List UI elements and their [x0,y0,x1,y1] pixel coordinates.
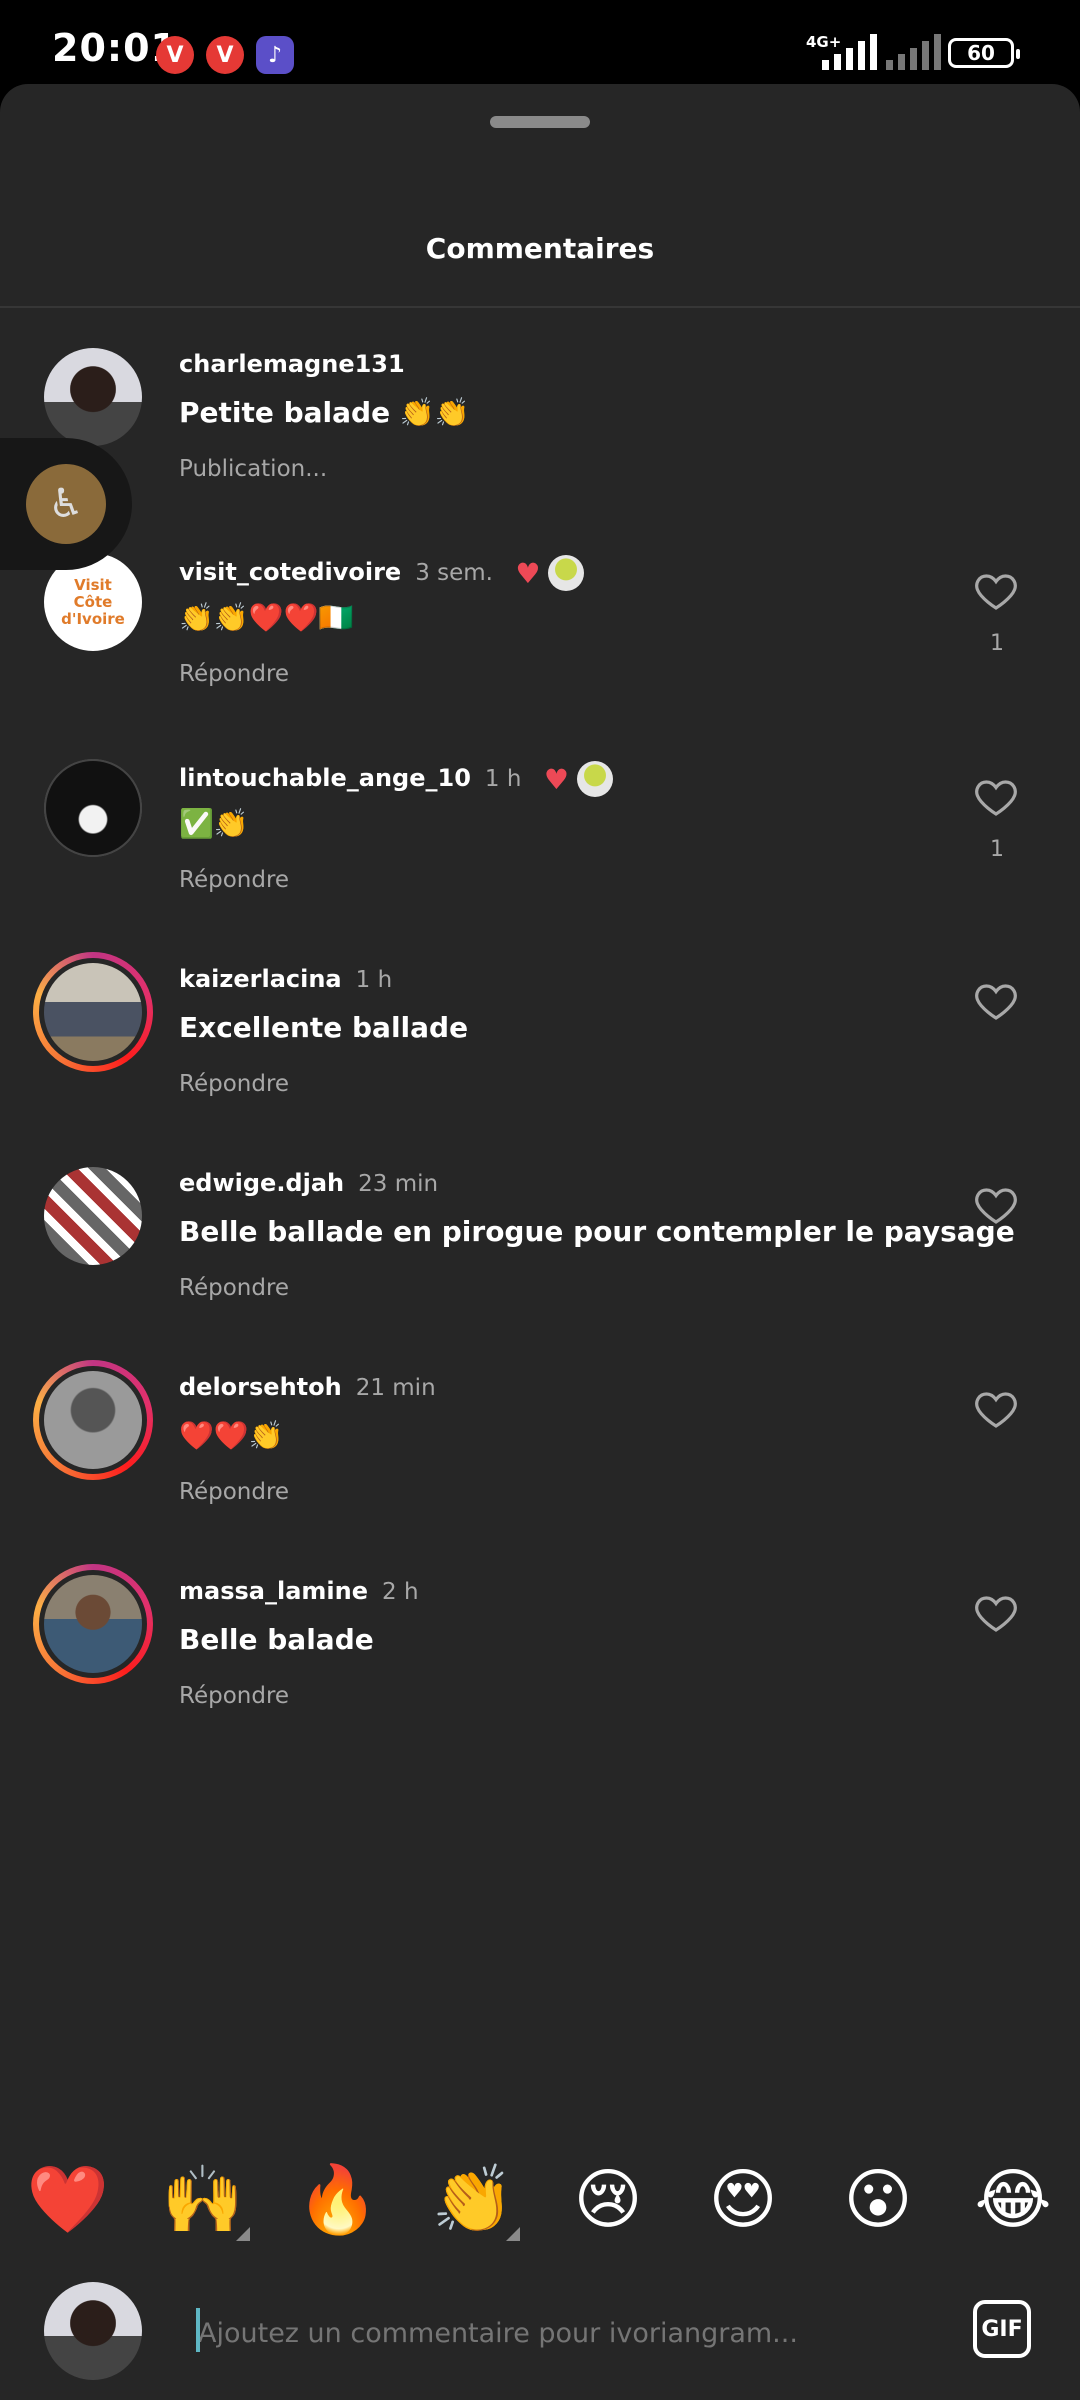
like-count: 1 [990,631,1004,656]
reply-button[interactable]: Répondre [179,867,289,893]
avatar [44,1575,142,1673]
comment-text: Petite balade 👏👏 [179,396,470,429]
comment-username[interactable]: massa_lamine 2 h [179,1577,419,1605]
comment-username[interactable]: lintouchable_ange_10 1 h ♥ [179,761,613,797]
heart-outline-icon[interactable] [972,1589,1020,1637]
vivaldi-icon: V [206,36,244,74]
author-like-indicator: ♥ [544,761,613,797]
gif-button[interactable]: GIF [973,2300,1031,2358]
reply-button[interactable]: Répondre [179,1275,289,1301]
comment-input[interactable] [196,2310,920,2356]
comment-text: Belle ballade en pirogue pour contempler… [179,1215,1015,1248]
comment-item: lintouchable_ange_10 1 h ♥ ✅👏 Répondre 1 [0,739,1080,939]
emoji-crying-button[interactable]: 😢 [563,2155,653,2245]
logo-text: Visit [74,575,112,594]
comment-text: Excellente ballade [179,1011,469,1044]
skin-tone-indicator [236,2227,250,2241]
comment-text: Belle balade [179,1623,374,1656]
accessibility-icon[interactable]: ♿ [26,464,106,544]
comment-item: massa_lamine 2 h Belle balade Répondre [0,1555,1080,1755]
reply-button[interactable]: Répondre [179,661,289,687]
reply-button[interactable]: Répondre [179,1071,289,1097]
author-avatar [576,761,613,797]
comment-time: 1 h [484,766,522,792]
text-cursor [196,2308,200,2352]
emoji-fire-button[interactable]: 🔥 [293,2155,383,2245]
publishing-status: Publication... [179,456,328,482]
emoji-laughing-button[interactable]: 😂 [968,2155,1058,2245]
emoji-surprised-button[interactable]: 😮 [833,2155,923,2245]
avatar [44,1371,142,1469]
heart-outline-icon[interactable] [972,773,1020,821]
comment-item: edwige.djah 23 min Belle ballade en pirog… [0,1147,1080,1347]
comment-time: 2 h [382,1579,419,1605]
comment-username[interactable]: delorsehtoh 21 min [179,1373,436,1401]
comment-composer: GIF [0,2270,1080,2400]
avatar-story-ring[interactable] [33,1564,153,1684]
emoji-heart-button[interactable]: ❤️ [23,2155,113,2245]
skin-tone-indicator [506,2227,520,2241]
heart-outline-icon[interactable] [972,1385,1020,1433]
emoji-heart-eyes-button[interactable]: 😍 [698,2155,788,2245]
comment-username[interactable]: kaizerlacina 1 h [179,965,392,993]
sheet-title: Commentaires [425,232,655,265]
comment-item: delorsehtoh 21 min ❤️❤️👏 Répondre [0,1351,1080,1551]
comment-item: charlemagne131 Petite balade 👏👏 Publicat… [0,328,1080,528]
battery-level: 60 [967,41,995,65]
heart-outline-icon[interactable] [972,977,1020,1025]
my-avatar [44,2282,142,2380]
heart-icon: ♥ [543,762,569,796]
comment-time: 3 sem. [415,560,493,586]
avatar-story-ring[interactable] [33,1360,153,1480]
comments-sheet: Commentaires charlemagne131 Petite balad… [0,84,1080,2400]
avatar-story-ring[interactable] [33,952,153,1072]
vivaldi-icon: V [156,36,194,74]
emoji-quick-bar: ❤️ 🙌 🔥 👏 😢 😍 😮 😂 [0,2155,1080,2245]
signal-icon [822,34,877,70]
status-bar: 20:01 V V ♪ 4G+ 60 [0,0,1080,84]
comment-username[interactable]: edwige.djah 23 min [179,1169,438,1197]
comment-username[interactable]: visit_cotedivoire 3 sem. ♥ [179,555,585,591]
divider [0,306,1080,308]
comment-item: Visit Côte d'Ivoire visit_cotedivoire 3 se… [0,533,1080,733]
comment-item: kaizerlacina 1 h Excellente ballade Répon… [0,943,1080,1143]
emoji-clap-button[interactable]: 👏 [428,2155,520,2245]
avatar[interactable] [44,759,142,857]
avatar[interactable] [44,1167,142,1265]
like-count: 1 [990,837,1004,862]
heart-outline-icon[interactable] [972,1181,1020,1229]
author-avatar [548,555,585,591]
emoji-raised-hands-button[interactable]: 🙌 [158,2155,250,2245]
author-like-indicator: ♥ [515,555,585,591]
comment-text: 👏👏❤️❤️🇨🇮 [179,601,354,634]
comment-text: ❤️❤️👏 [179,1419,284,1452]
music-icon: ♪ [256,36,294,74]
comment-text: ✅👏 [179,807,249,840]
avatar [44,963,142,1061]
comment-time: 1 h [355,967,393,993]
logo-text: Côte d'Ivoire [61,592,125,628]
comment-time: 21 min [355,1375,436,1401]
heart-icon: ♥ [515,556,541,590]
signal-icon [886,34,941,70]
heart-outline-icon[interactable] [972,567,1020,615]
reply-button[interactable]: Répondre [179,1479,289,1505]
battery-icon: 60 [948,38,1020,68]
avatar[interactable] [44,348,142,446]
comment-time: 23 min [358,1171,439,1197]
comment-username[interactable]: charlemagne131 [179,350,405,378]
reply-button[interactable]: Répondre [179,1683,289,1709]
drag-handle[interactable] [490,116,590,128]
accessibility-float: ♿ [0,438,132,570]
